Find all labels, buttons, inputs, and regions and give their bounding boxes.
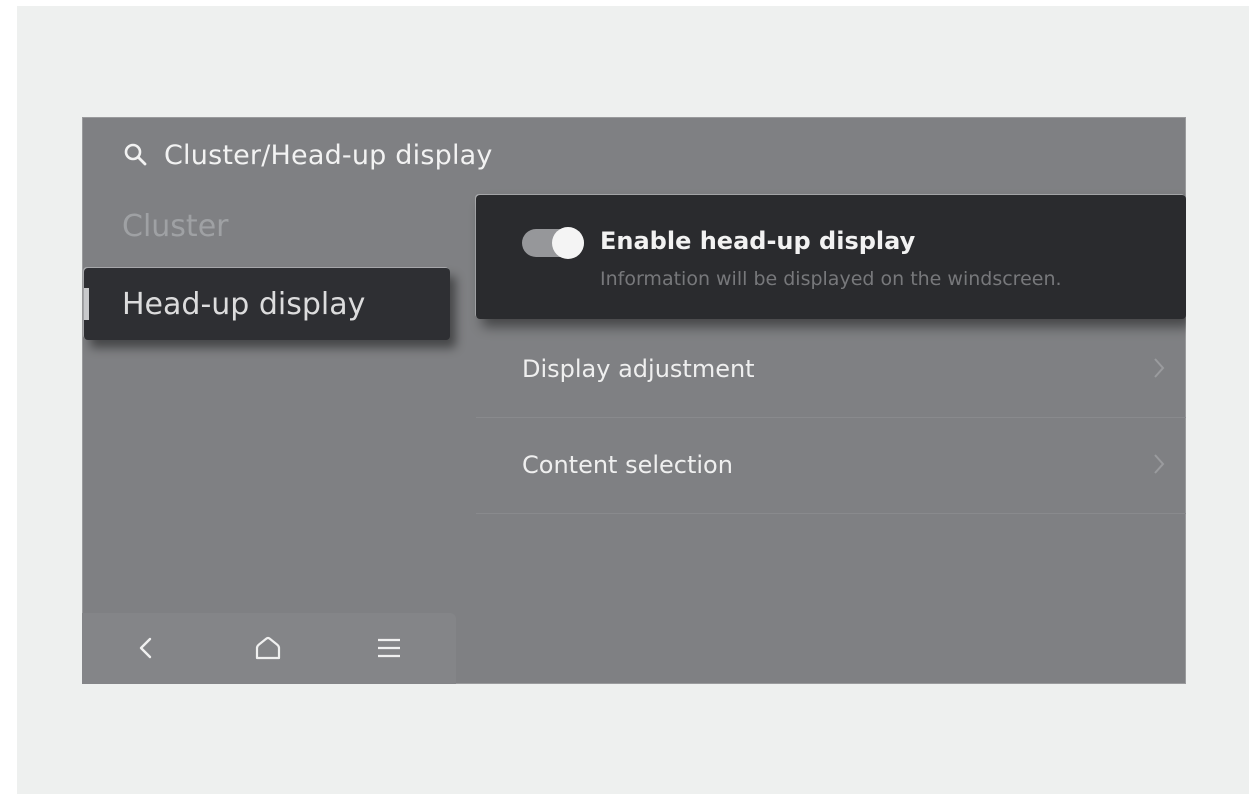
enable-hud-description: Information will be displayed on the win… — [600, 268, 1062, 290]
toggle-knob — [552, 227, 584, 259]
search-icon[interactable] — [122, 141, 150, 169]
infotainment-screen: Cluster/Head-up display Cluster Head-up … — [82, 117, 1186, 684]
display-adjustment-row[interactable]: Display adjustment — [476, 321, 1186, 418]
bottom-nav-bar — [82, 613, 456, 684]
chevron-right-icon — [1150, 451, 1168, 477]
active-indicator — [84, 288, 89, 320]
content-selection-row[interactable]: Content selection — [476, 417, 1186, 514]
enable-hud-label: Enable head-up display — [600, 227, 916, 255]
home-icon[interactable] — [251, 631, 285, 665]
header: Cluster/Head-up display — [122, 137, 493, 173]
sidebar-item-cluster[interactable]: Cluster — [122, 209, 228, 244]
display-adjustment-label: Display adjustment — [522, 355, 755, 383]
sidebar-item-label: Cluster — [122, 209, 229, 244]
enable-hud-setting[interactable]: Enable head-up display Information will … — [476, 195, 1186, 319]
chevron-right-icon — [1150, 355, 1168, 381]
back-icon[interactable] — [130, 631, 164, 665]
content-selection-label: Content selection — [522, 451, 733, 479]
sidebar-item-label: Head-up display — [122, 286, 366, 322]
page-title: Cluster/Head-up display — [164, 139, 493, 171]
menu-icon[interactable] — [372, 631, 406, 665]
enable-hud-toggle[interactable] — [522, 227, 584, 259]
sidebar-item-head-up-display[interactable]: Head-up display — [84, 268, 450, 340]
